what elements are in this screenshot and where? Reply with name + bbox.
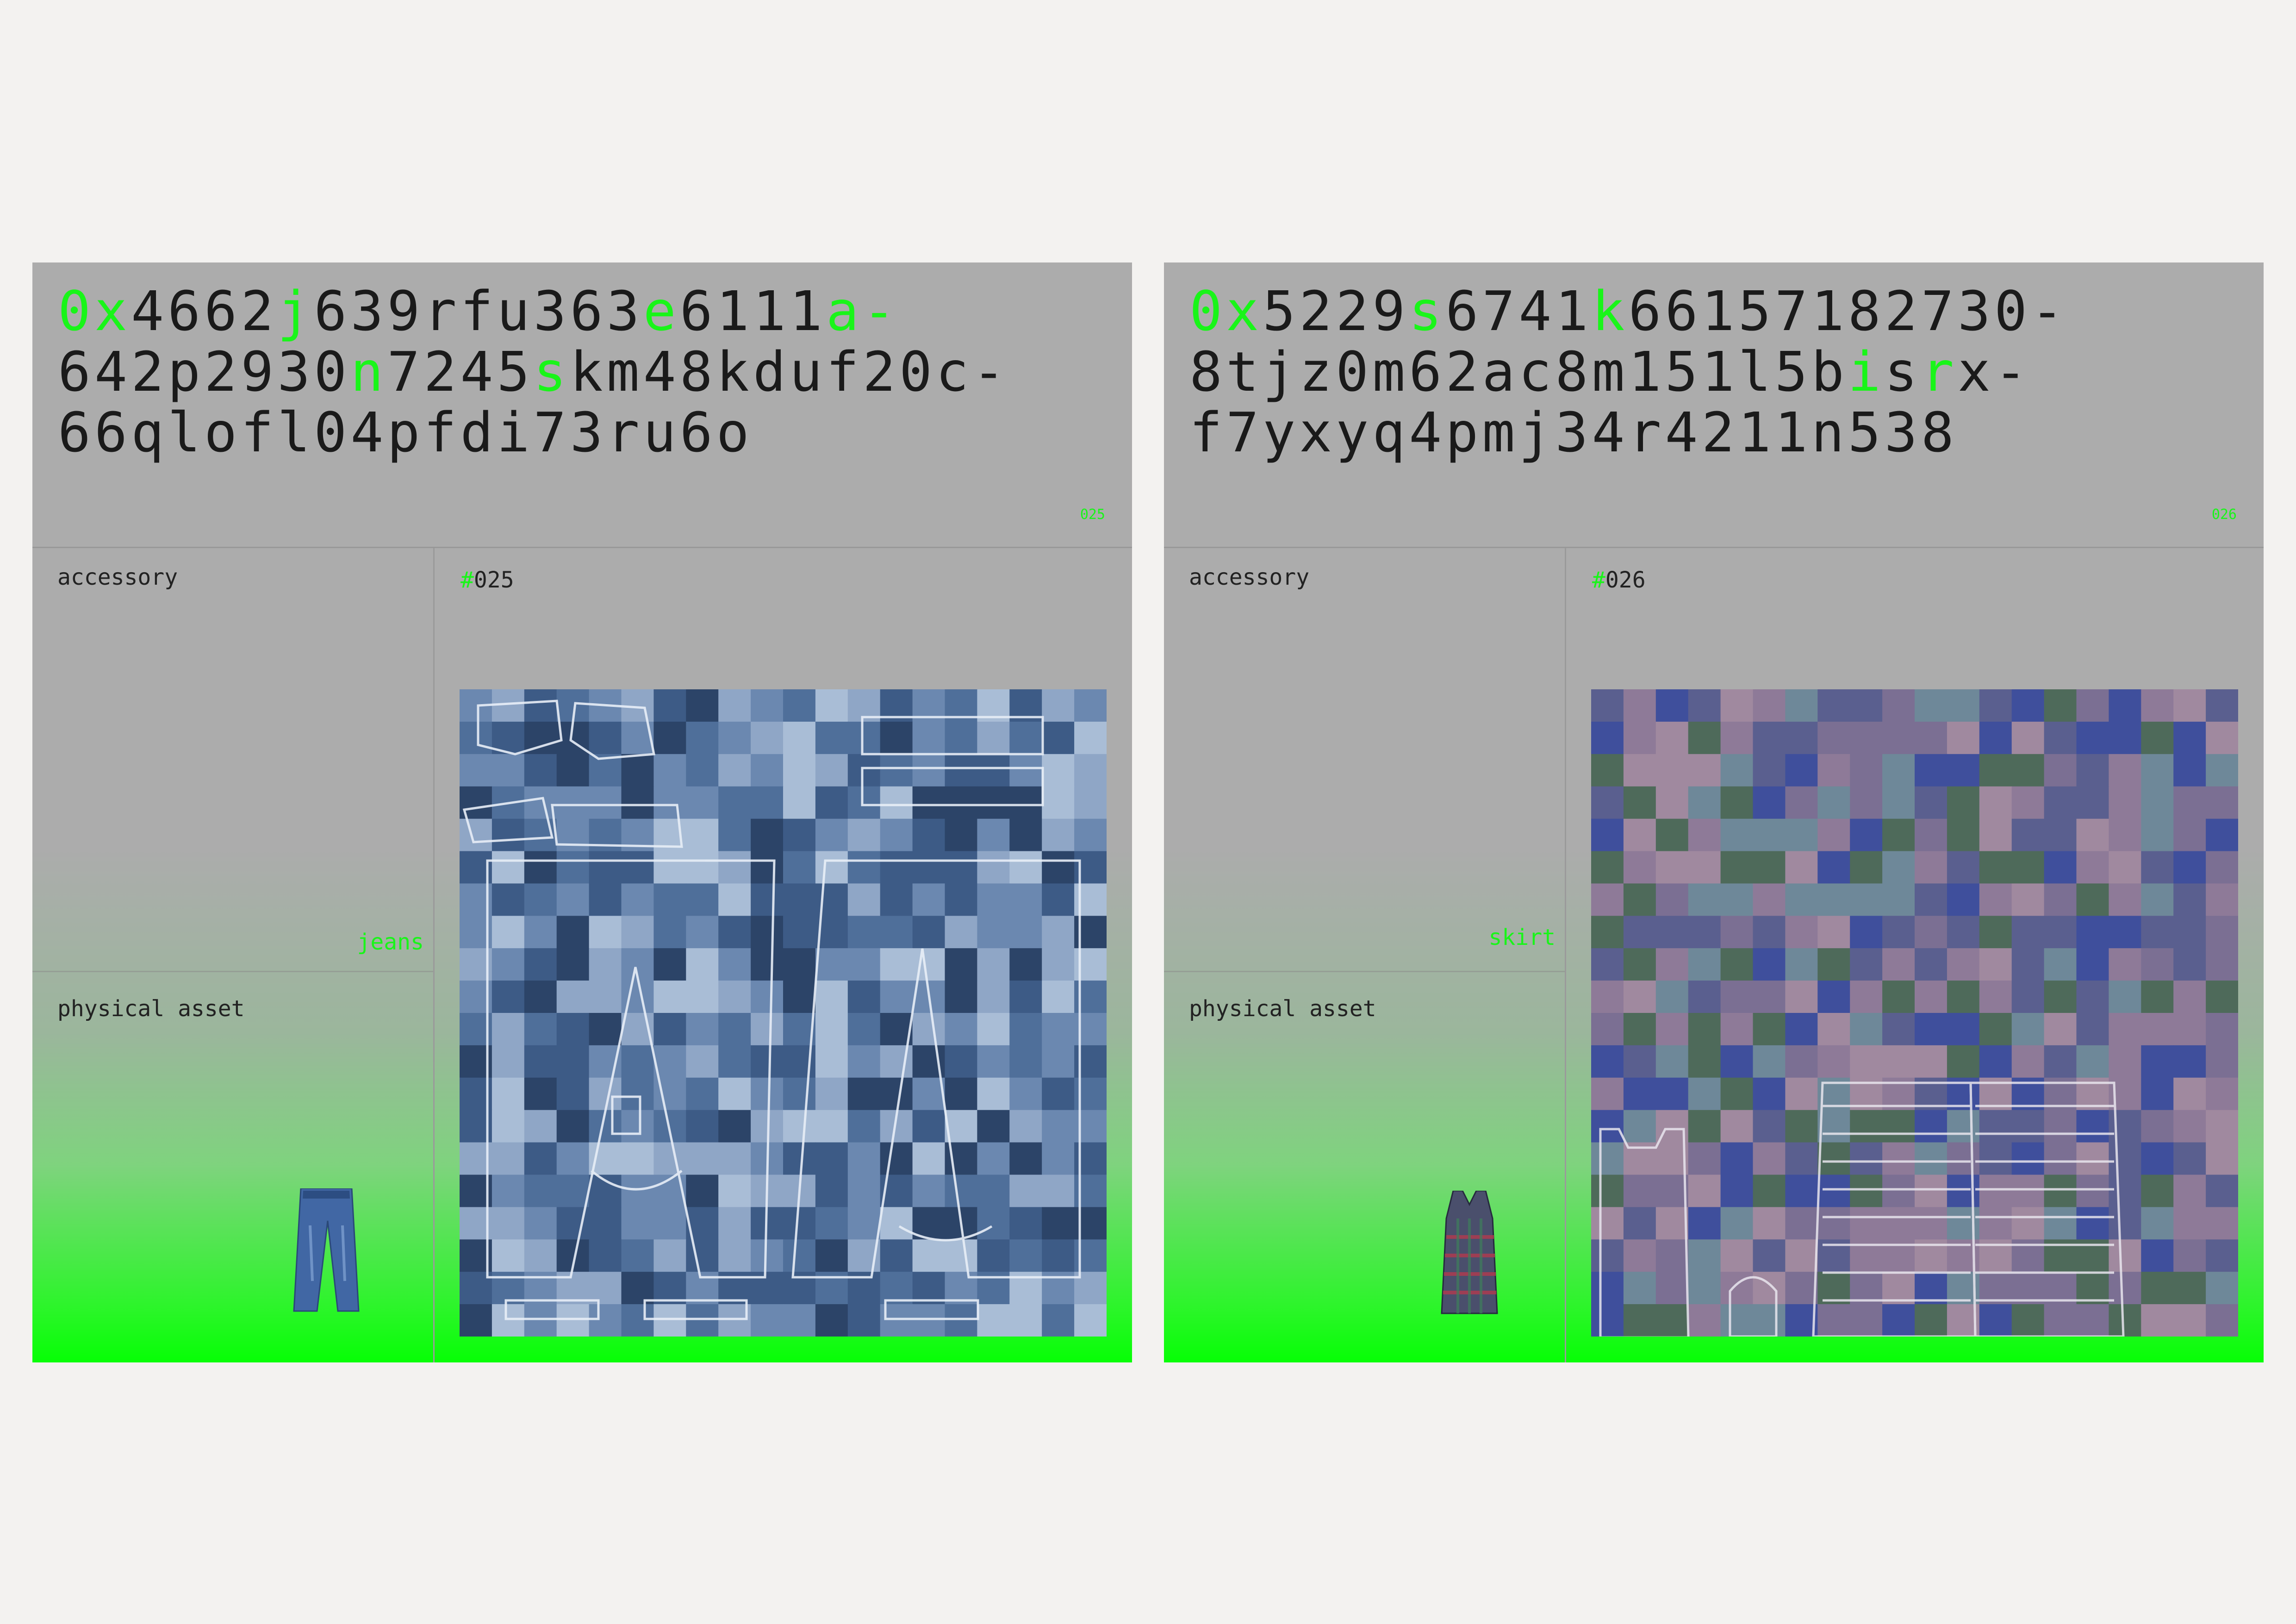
hash-segment: 66qlofl04pfdi73ru6o bbox=[58, 400, 753, 464]
uv-texture-map bbox=[460, 689, 1107, 1337]
divider bbox=[32, 971, 433, 972]
jeans-icon bbox=[292, 1187, 361, 1313]
divider bbox=[1565, 548, 1566, 1362]
uv-texture-map bbox=[1591, 689, 2238, 1337]
asset-card-026: 0x5229s6741k66157182730- 8tjz0m62ac8m151l… bbox=[1164, 262, 2264, 1362]
item-number-value: 026 bbox=[1605, 567, 1646, 593]
hash-highlight: a- bbox=[826, 279, 900, 343]
texture-outlines bbox=[1591, 689, 2238, 1337]
item-number-value: 025 bbox=[473, 567, 514, 593]
hash-highlight: 0x bbox=[58, 279, 131, 343]
hash-highlight: s bbox=[533, 340, 570, 404]
hash-highlight: e bbox=[643, 279, 680, 343]
hash-line: 8tjz0m62ac8m151l5bisrx- bbox=[1189, 342, 2245, 402]
hash-title: 0x4662j639rfu363e6111a- 642p2930n7245skm4… bbox=[58, 281, 1113, 463]
hash-line: 0x5229s6741k66157182730- bbox=[1189, 281, 2245, 342]
hash-line: f7yxyq4pmj34r4211n538 bbox=[1189, 402, 2245, 463]
hash-segment: 642p2930 bbox=[58, 340, 351, 404]
hash-title: 0x5229s6741k66157182730- 8tjz0m62ac8m151l… bbox=[1189, 281, 2245, 463]
hash-segment: 66157182730- bbox=[1628, 279, 2068, 343]
hash-segment: 639rfu363 bbox=[314, 279, 643, 343]
number-prefix: # bbox=[460, 567, 474, 593]
item-number: #025 bbox=[460, 567, 514, 593]
hash-segment: 4662 bbox=[131, 279, 278, 343]
dress-icon bbox=[1439, 1190, 1500, 1316]
hash-segment: 6741 bbox=[1445, 279, 1592, 343]
hash-segment: 8tjz0m62ac8m151l5b bbox=[1189, 340, 1848, 404]
asset-label: physical asset bbox=[57, 996, 245, 1022]
divider bbox=[1164, 547, 2264, 548]
category-label: accessory bbox=[57, 564, 178, 590]
hash-segment: 5229 bbox=[1263, 279, 1409, 343]
hash-segment: km48kduf20c- bbox=[570, 340, 1009, 404]
texture-outlines bbox=[460, 689, 1107, 1337]
divider bbox=[1164, 971, 1565, 972]
hash-highlight: s bbox=[1409, 279, 1446, 343]
hash-highlight: j bbox=[277, 279, 314, 343]
corner-number: 026 bbox=[2211, 506, 2237, 523]
number-prefix: # bbox=[1592, 567, 1605, 593]
corner-number: 025 bbox=[1080, 506, 1105, 523]
hash-highlight: n bbox=[350, 340, 387, 404]
hash-segment: 7245 bbox=[387, 340, 534, 404]
category-label: accessory bbox=[1189, 564, 1310, 590]
hash-highlight: i bbox=[1848, 340, 1885, 404]
hash-line: 642p2930n7245skm48kduf20c- bbox=[58, 342, 1113, 402]
asset-card-025: 0x4662j639rfu363e6111a- 642p2930n7245skm4… bbox=[32, 262, 1132, 1362]
type-tag: jeans bbox=[357, 929, 424, 955]
hash-line: 66qlofl04pfdi73ru6o bbox=[58, 402, 1113, 463]
hash-highlight: r bbox=[1921, 340, 1958, 404]
type-tag: skirt bbox=[1488, 924, 1556, 950]
hash-line: 0x4662j639rfu363e6111a- bbox=[58, 281, 1113, 342]
hash-segment: x- bbox=[1957, 340, 2031, 404]
hash-highlight: k bbox=[1592, 279, 1629, 343]
hash-segment: 6111 bbox=[679, 279, 826, 343]
divider bbox=[32, 547, 1132, 548]
asset-label: physical asset bbox=[1189, 996, 1376, 1022]
hash-highlight: 0x bbox=[1189, 279, 1263, 343]
hash-segment: f7yxyq4pmj34r4211n538 bbox=[1189, 400, 1958, 464]
item-number: #026 bbox=[1592, 567, 1646, 593]
divider bbox=[433, 548, 435, 1362]
hash-segment: s bbox=[1884, 340, 1921, 404]
